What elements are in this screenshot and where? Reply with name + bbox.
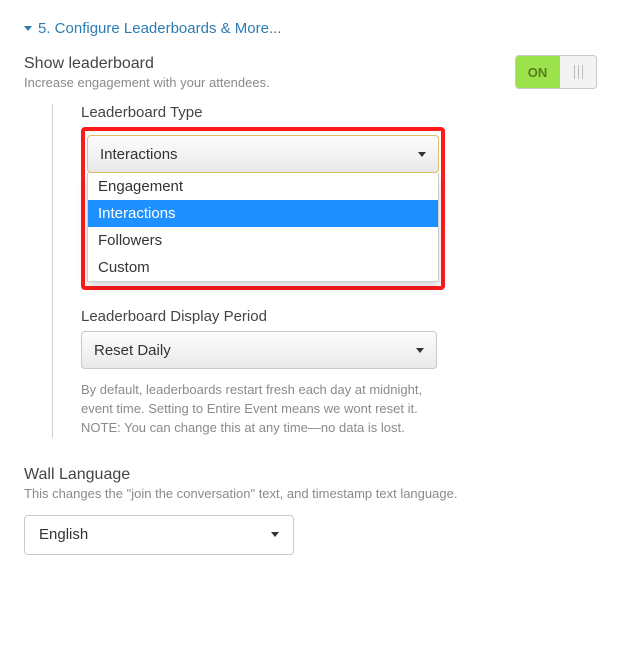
chevron-down-icon (271, 532, 279, 537)
show-leaderboard-title: Show leaderboard (24, 55, 270, 73)
wall-language-select[interactable]: English (24, 515, 294, 555)
leaderboard-type-label: Leaderboard Type (81, 104, 597, 121)
leaderboard-type-select[interactable]: Interactions (87, 135, 439, 173)
section-header-configure-leaderboards[interactable]: 5. Configure Leaderboards & More... (24, 20, 597, 37)
wall-language-title: Wall Language (24, 466, 597, 484)
leaderboard-type-option-followers[interactable]: Followers (88, 227, 438, 254)
display-period-label: Leaderboard Display Period (81, 308, 597, 325)
chevron-down-icon (416, 348, 424, 353)
toggle-off-handle (560, 56, 596, 88)
leaderboard-type-dropdown: Engagement Interactions Followers Custom (87, 173, 439, 282)
wall-language-subtitle: This changes the "join the conversation"… (24, 486, 597, 501)
display-period-select[interactable]: Reset Daily (81, 331, 437, 369)
show-leaderboard-subtitle: Increase engagement with your attendees. (24, 75, 270, 90)
leaderboard-type-selected: Interactions (100, 146, 178, 163)
display-period-help: By default, leaderboards restart fresh e… (81, 381, 441, 438)
leaderboard-type-highlight: Interactions Engagement Interactions Fol… (81, 127, 445, 290)
leaderboard-type-option-interactions[interactable]: Interactions (88, 200, 438, 227)
section-title: 5. Configure Leaderboards & More... (38, 20, 281, 37)
chevron-down-icon (418, 152, 426, 157)
toggle-on-label: ON (516, 56, 560, 88)
display-period-selected: Reset Daily (94, 342, 171, 359)
leaderboard-type-option-engagement[interactable]: Engagement (88, 173, 438, 200)
caret-down-icon (24, 26, 32, 31)
leaderboard-type-option-custom[interactable]: Custom (88, 254, 438, 281)
show-leaderboard-toggle[interactable]: ON (515, 55, 597, 89)
wall-language-selected: English (39, 526, 88, 543)
